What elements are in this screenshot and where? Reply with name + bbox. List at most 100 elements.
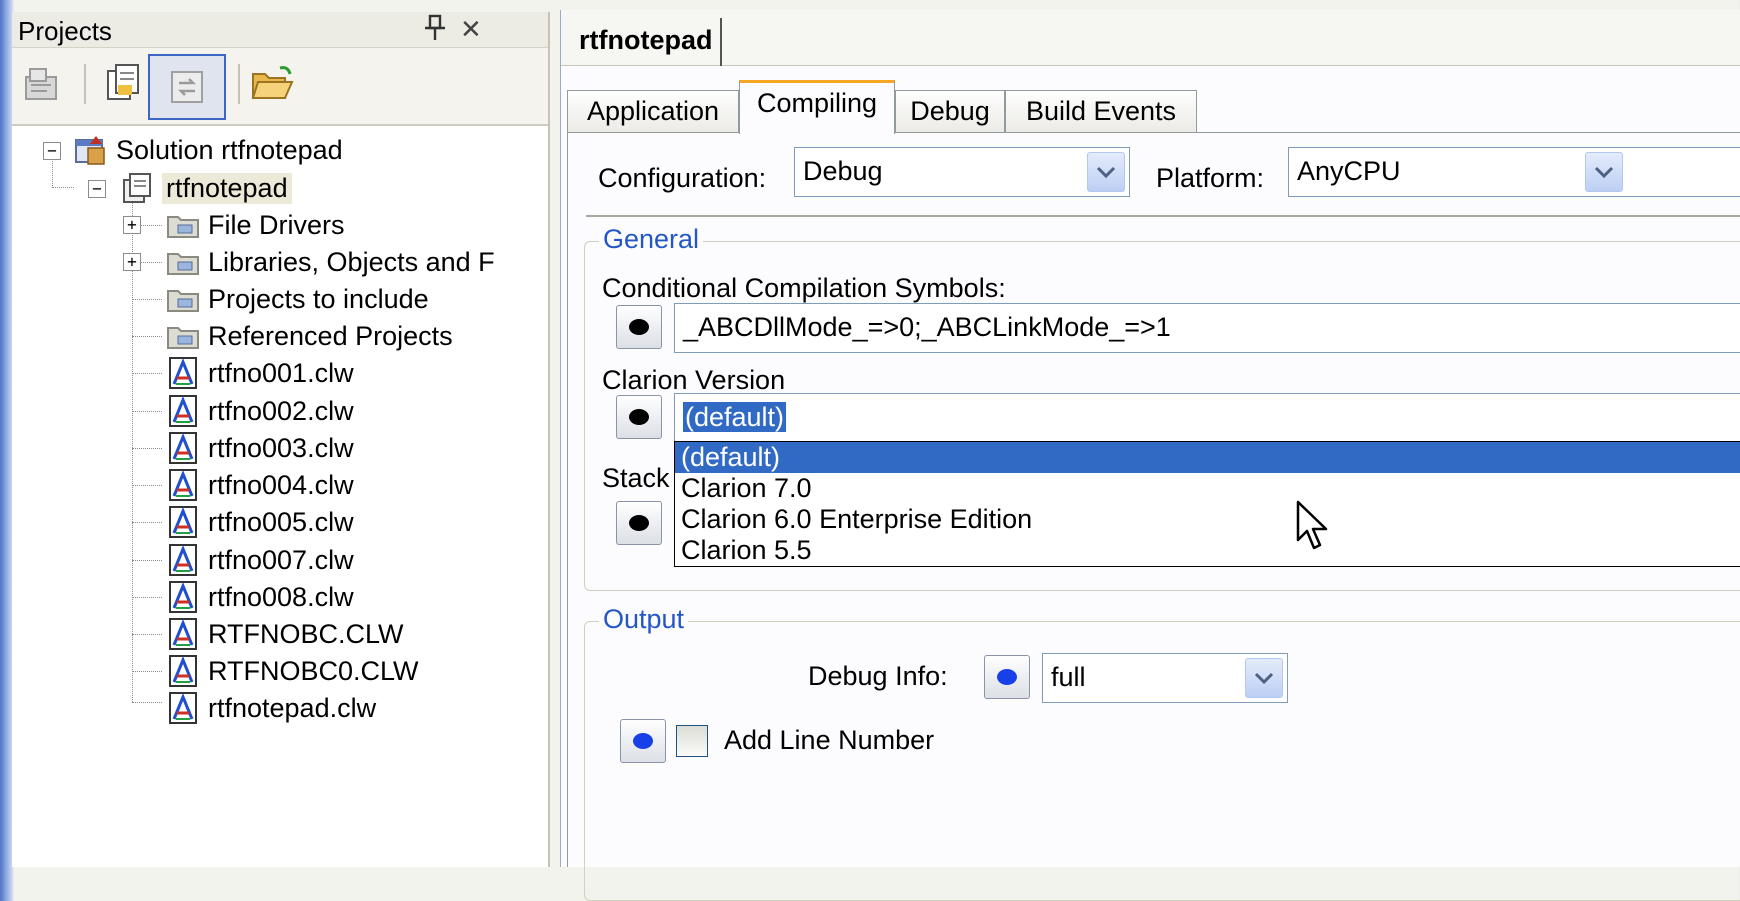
symbols-reset-button[interactable] [616,305,662,349]
chevron-down-icon[interactable] [1585,152,1623,192]
dot-icon [633,733,653,749]
tree-item-file[interactable]: rtfno007.clw [166,540,354,580]
tree-connector [132,373,162,374]
projects-panel: Projects ✕ − Solution rtfnotepad − rtfno… [12,12,550,867]
collapse-toggle-icon[interactable]: − [88,180,106,198]
property-tabs: Application Compiling Debug Build Events [567,80,1740,134]
toolbar-separator [238,64,240,104]
line-number-reset-button[interactable] [620,719,666,763]
tree-connector [52,187,74,188]
chevron-down-icon[interactable] [1245,658,1283,698]
stack-label: Stack [602,463,670,493]
show-all-files-icon[interactable] [100,60,146,106]
tree-connector [132,299,162,300]
toolbar-separator [84,64,86,104]
document-tab[interactable]: rtfnotepad [571,18,723,66]
tree-item-label: Libraries, Objects and F [208,246,495,277]
tree-item-file[interactable]: rtfno002.clw [166,391,354,431]
tree-item-file[interactable]: rtfnotepad.clw [166,688,376,728]
dot-icon [629,515,649,531]
dot-icon [997,669,1017,685]
tree-item-label: Solution rtfnotepad [116,134,343,165]
clarion-file-icon [166,357,200,389]
tree-item-label: rtfno008.clw [208,581,354,612]
general-group-title: General [599,224,704,255]
refresh-icon[interactable] [148,54,226,120]
tree-item-label: RTFNOBC.CLW [208,618,404,649]
tree-connector [132,522,162,523]
tree-item-label: rtfno005.clw [208,506,354,537]
tree-item-file[interactable]: rtfno003.clw [166,428,354,468]
project-icon [120,172,154,204]
tree-item-file[interactable]: RTFNOBC0.CLW [166,651,419,691]
tree-item-label: rtfno001.clw [208,357,354,388]
tab-application[interactable]: Application [567,90,739,132]
tree-item-label: rtfno003.clw [208,432,354,463]
clarion-version-dropdown: (default) Clarion 7.0 Clarion 6.0 Enterp… [674,441,1740,567]
close-icon[interactable]: ✕ [460,14,482,45]
tree-item-folder[interactable]: Projects to include [166,279,429,319]
version-reset-button[interactable] [616,395,662,439]
open-folder-icon[interactable] [250,60,296,106]
platform-value: AnyCPU [1297,156,1401,186]
tree-item-file[interactable]: rtfno005.clw [166,502,354,542]
project-tree: − Solution rtfnotepad − rtfnotepad + Fil… [12,128,548,867]
collapse-toggle-icon[interactable]: − [43,142,61,160]
dropdown-option[interactable]: Clarion 6.0 Enterprise Edition [675,504,1740,535]
compiling-tab-panel: Configuration: Debug Platform: AnyCPU Ge… [567,132,1740,901]
dot-icon [629,409,649,425]
tree-item-file[interactable]: rtfno008.clw [166,577,354,617]
tree-item-file[interactable]: rtfno004.clw [166,465,354,505]
tab-debug[interactable]: Debug [895,90,1005,132]
folder-icon [166,209,200,241]
tree-connector [132,560,162,561]
tree-connector [132,336,162,337]
platform-select[interactable]: AnyCPU [1288,147,1740,197]
tree-item-solution[interactable]: Solution rtfnotepad [74,130,343,170]
tree-item-label: File Drivers [208,209,345,240]
debug-info-label: Debug Info: [808,661,948,691]
tree-item-file[interactable]: RTFNOBC.CLW [166,614,404,654]
tree-item-folder[interactable]: File Drivers [166,205,345,245]
clarion-version-select[interactable]: (default) [674,393,1740,443]
dropdown-option[interactable]: (default) [675,442,1740,473]
expand-toggle-icon[interactable]: + [123,253,141,271]
debug-info-select[interactable]: full [1042,653,1288,703]
tree-connector [132,702,162,703]
dot-icon [629,319,649,335]
clarion-file-icon [166,692,200,724]
dropdown-option[interactable]: Clarion 5.5 [675,535,1740,566]
tab-compiling[interactable]: Compiling [739,80,895,134]
add-line-number-label: Add Line Number [724,725,935,755]
tree-item-project[interactable]: rtfnotepad [120,168,292,208]
configuration-select[interactable]: Debug [794,147,1130,197]
tab-build-events[interactable]: Build Events [1005,90,1197,132]
clarion-file-icon [166,432,200,464]
clarion-file-icon [166,618,200,650]
symbols-input[interactable]: _ABCDllMode_=>0;_ABCLinkMode_=>1 [674,303,1740,353]
tree-item-file[interactable]: rtfno001.clw [166,353,354,393]
dropdown-option[interactable]: Clarion 7.0 [675,473,1740,504]
expand-toggle-icon[interactable]: + [123,216,141,234]
add-line-number-checkbox[interactable] [676,725,708,757]
tree-item-folder[interactable]: Referenced Projects [166,316,453,356]
tree-item-folder[interactable]: Libraries, Objects and F [166,242,495,282]
clarion-file-icon [166,506,200,538]
clarion-version-label: Clarion Version [602,365,786,395]
projects-panel-title: Projects [18,16,112,46]
clarion-version-value: (default) [683,402,787,432]
tree-connector [132,485,162,486]
pin-icon[interactable] [422,14,448,49]
document-tab-bar: rtfnotepad [561,10,1740,66]
stack-reset-button[interactable] [616,501,662,545]
chevron-down-icon[interactable] [1087,152,1125,192]
solution-icon [74,134,108,166]
tree-item-label: rtfno002.clw [208,395,354,426]
properties-icon[interactable] [18,60,64,106]
tree-connector [132,448,162,449]
debug-info-reset-button[interactable] [984,655,1030,699]
mouse-cursor-icon [1296,500,1336,550]
tree-item-label: rtfno007.clw [208,544,354,575]
tree-connector [132,411,162,412]
tree-item-label: rtfno004.clw [208,469,354,500]
